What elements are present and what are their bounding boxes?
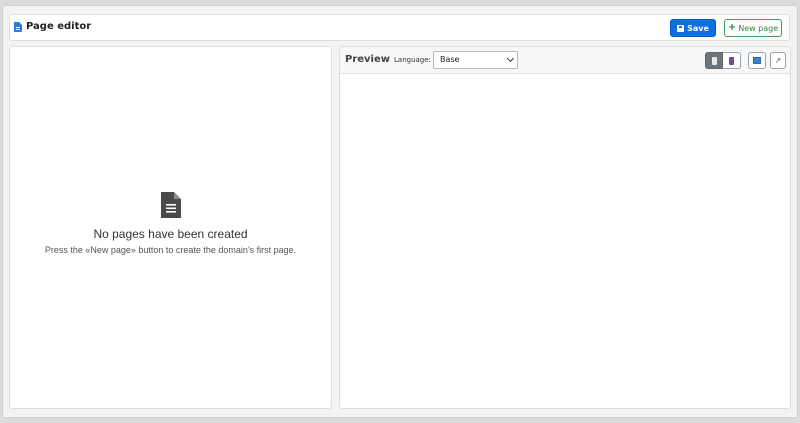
desktop-group [748, 52, 766, 69]
empty-state: No pages have been created Press the «Ne… [10, 192, 331, 255]
preview-toolbar: Preview Language: Base ↗ [340, 47, 790, 74]
language-select[interactable]: Base [433, 51, 518, 69]
preview-title: Preview [345, 54, 391, 65]
editor-header: Page editor Save + New page [9, 14, 790, 41]
page-title: Page editor [26, 21, 92, 32]
desktop-icon [753, 57, 761, 64]
mobile-light-icon [711, 56, 717, 65]
mobile-dark-icon [729, 56, 734, 65]
document-icon [160, 192, 181, 218]
save-button-label: Save [687, 23, 709, 33]
chevron-down-icon [506, 54, 515, 63]
floppy-disk-icon [677, 24, 685, 32]
external-group: ↗ [770, 52, 786, 69]
open-external-button[interactable]: ↗ [770, 52, 786, 69]
pages-panel: No pages have been created Press the «Ne… [9, 46, 332, 409]
preview-panel: Preview Language: Base ↗ [339, 46, 791, 409]
desktop-button[interactable] [748, 52, 766, 69]
plus-icon: + [727, 22, 737, 33]
empty-state-text: Press the «New page» button to create th… [44, 245, 297, 255]
language-select-value: Base [440, 55, 460, 64]
empty-state-title: No pages have been created [93, 227, 248, 241]
new-page-button-label: New page [738, 23, 779, 33]
file-icon [14, 22, 22, 32]
mobile-light-button[interactable] [705, 52, 723, 69]
device-toggle-group [705, 52, 741, 69]
language-label: Language: [394, 56, 431, 64]
preview-canvas [340, 74, 790, 408]
new-page-button[interactable]: + New page [724, 19, 782, 37]
external-link-icon: ↗ [774, 56, 782, 65]
mobile-dark-button[interactable] [723, 52, 741, 69]
save-button[interactable]: Save [670, 19, 716, 37]
